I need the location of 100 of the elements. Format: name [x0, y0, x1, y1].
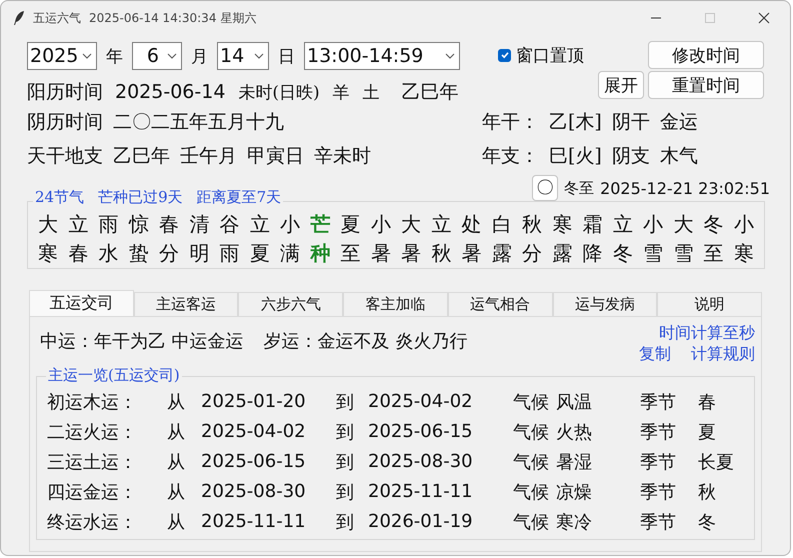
modify-time-button[interactable]: 修改时间	[648, 41, 764, 69]
solar-term[interactable]: 秋分	[522, 210, 542, 268]
climate-label: 气候	[513, 450, 550, 474]
link[interactable]: 时间计算至秒	[659, 323, 755, 344]
solar-term[interactable]: 立冬	[612, 210, 633, 268]
solar-term[interactable]: 夏至	[340, 210, 360, 268]
climate-text: 寒冷	[556, 510, 593, 534]
tab[interactable]: 五运交司	[29, 290, 134, 316]
link[interactable]: 复制	[639, 344, 671, 365]
from-text: 从	[167, 510, 186, 534]
end-date: 2025-08-30	[368, 451, 474, 472]
from-text: 从	[167, 480, 186, 504]
to-text: 到	[336, 420, 355, 444]
solar-term[interactable]: 小暑	[370, 210, 391, 268]
end-date: 2025-11-11	[368, 481, 474, 502]
start-date: 2025-06-15	[201, 451, 307, 472]
solar-term[interactable]: 大寒	[38, 210, 58, 268]
season-text: 冬	[698, 510, 717, 534]
term-next-text: 距离夏至7天	[196, 188, 282, 207]
climate-label: 气候	[513, 420, 550, 444]
reset-time-button[interactable]: 重置时间	[648, 71, 764, 99]
season-label: 季节	[640, 450, 677, 474]
season-text: 春	[698, 390, 717, 414]
window-title: 五运六气	[33, 10, 81, 26]
from-text: 从	[167, 450, 186, 474]
ganzhi-text: 辛未时	[314, 144, 371, 169]
climate-text: 凉燥	[556, 480, 593, 504]
month-select[interactable]: 6	[132, 42, 182, 70]
fortune-name: 四运金运：	[47, 480, 138, 504]
climate-label: 气候	[513, 390, 550, 414]
solar-term[interactable]: 处暑	[462, 210, 482, 268]
solar-term[interactable]: 立春	[68, 210, 88, 268]
solar-term[interactable]: 立夏	[250, 210, 270, 268]
year-label: 年	[106, 46, 123, 68]
caret-icon	[445, 53, 455, 59]
solar-term[interactable]: 春分	[159, 210, 179, 268]
solar-term[interactable]: 白露	[492, 210, 512, 268]
climate-label: 气候	[513, 510, 550, 534]
solar-label: 阳历时间	[27, 80, 103, 105]
hour-name: 未时(日昳)	[238, 82, 320, 104]
expand-button[interactable]: 展开	[598, 71, 644, 99]
solar-term[interactable]: 冬至	[704, 210, 724, 268]
fortune-name: 三运土运：	[47, 450, 138, 474]
year-name: 乙巳年	[402, 80, 459, 105]
caret-icon	[254, 53, 264, 59]
to-text: 到	[336, 480, 355, 504]
ganzhi-text: 甲寅日	[247, 144, 304, 169]
solar-term[interactable]: 清明	[189, 210, 210, 268]
from-text: 从	[167, 420, 186, 444]
ganzhi-text: 乙巳年	[113, 144, 170, 169]
solar-term[interactable]: 大雪	[673, 210, 694, 268]
year-stem-value: 乙[木]	[549, 110, 602, 135]
year-select[interactable]: 2025	[27, 42, 97, 70]
solar-term[interactable]: 小寒	[734, 210, 754, 268]
solar-term[interactable]: 雨水	[98, 210, 118, 268]
close-icon[interactable]	[758, 12, 770, 24]
solar-term[interactable]: 霜降	[582, 210, 602, 268]
season-text: 长夏	[698, 450, 735, 474]
fortune-name: 二运火运：	[47, 420, 138, 444]
tab[interactable]: 运气相合	[448, 292, 553, 316]
solar-date: 2025-06-14	[115, 81, 226, 103]
solar-term[interactable]: 芒种	[310, 210, 330, 268]
season-text: 秋	[698, 480, 717, 504]
end-date: 2026-01-19	[368, 511, 474, 532]
tab[interactable]: 六步六气	[238, 292, 344, 316]
solar-term[interactable]: 谷雨	[220, 210, 240, 268]
to-text: 到	[336, 390, 355, 414]
caret-icon	[82, 53, 92, 59]
year-stem-label: 年干：	[482, 110, 539, 135]
climate-text: 火热	[556, 420, 593, 444]
tab[interactable]: 说明	[657, 292, 762, 316]
year-branch-fortune: 木气	[660, 144, 698, 169]
solar-term[interactable]: 小雪	[643, 210, 663, 268]
season-label: 季节	[640, 480, 677, 504]
solar-term[interactable]: 大暑	[401, 210, 421, 268]
zodiac-text: 羊	[332, 82, 350, 104]
climate-text: 暑湿	[556, 450, 593, 474]
tab[interactable]: 主运客运	[134, 292, 238, 316]
start-date: 2025-11-11	[201, 511, 307, 532]
always-on-top-checkbox[interactable]: 窗口置顶	[498, 44, 584, 66]
year-stem-fortune: 金运	[660, 110, 698, 135]
to-text: 到	[336, 450, 355, 474]
tab[interactable]: 客主加临	[343, 292, 448, 316]
lunar-label: 阴历时间	[27, 110, 103, 135]
link[interactable]: 计算规则	[691, 344, 755, 365]
window-timestamp: 2025-06-14 14:30:34 星期六	[89, 10, 256, 26]
solar-term[interactable]: 寒露	[552, 210, 572, 268]
tab[interactable]: 运与发病	[552, 292, 658, 316]
season-label: 季节	[640, 420, 677, 444]
season-label: 季节	[640, 390, 677, 414]
feather-icon	[13, 10, 25, 26]
start-date: 2025-04-02	[201, 421, 307, 442]
solar-term[interactable]: 立秋	[431, 210, 452, 268]
hour-select[interactable]: 13:00-14:59	[304, 42, 460, 70]
solar-term[interactable]: 惊蛰	[128, 210, 149, 268]
solar-term[interactable]: 小满	[280, 210, 300, 268]
term-select-button[interactable]: 〇	[532, 175, 558, 201]
middle-fortune-text: 中运：年干为乙 中运金运	[40, 330, 244, 354]
day-select[interactable]: 14	[217, 42, 269, 70]
lunar-date: 二〇二五年五月十九	[113, 110, 284, 135]
